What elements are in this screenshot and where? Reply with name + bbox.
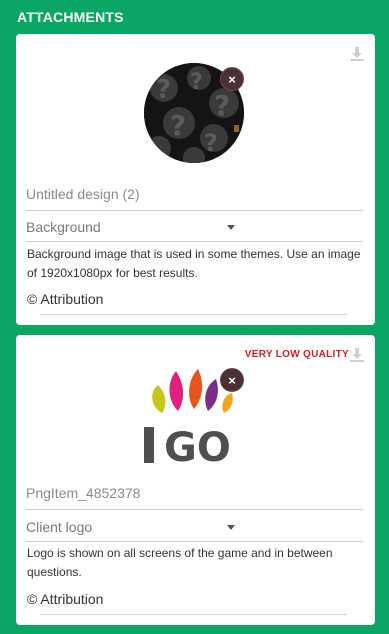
attachment-name-field[interactable] — [26, 184, 363, 211]
attachment-card-background: ? ? ? ? ? × Background Background image … — [16, 34, 375, 325]
panel-title: ATTACHMENTS — [17, 9, 124, 25]
attribution-field[interactable]: © Attribution — [27, 591, 362, 607]
attribution-field[interactable]: © Attribution — [27, 291, 362, 307]
svg-text:?: ? — [214, 89, 230, 122]
logo-text: GO — [164, 425, 231, 463]
attachment-description: Background image that is used in some th… — [27, 247, 361, 280]
remove-attachment-button[interactable]: × — [220, 368, 244, 392]
close-icon: × — [228, 71, 236, 87]
attachments-panel: ATTACHMENTS ? ? ? ? ? × Untitled design … — [0, 0, 389, 634]
attachment-name-input[interactable] — [26, 184, 363, 210]
attachment-card-client-logo: VERY LOW QUALITY GO × Client logo — [16, 335, 375, 625]
attachment-name-field[interactable] — [26, 483, 363, 510]
download-icon[interactable] — [349, 347, 365, 363]
attachment-type-value: Background — [26, 219, 101, 235]
attachment-type-select[interactable]: Background — [26, 215, 363, 242]
attachment-name-input[interactable] — [26, 483, 363, 509]
svg-text:?: ? — [170, 109, 186, 142]
attribution-underline — [40, 614, 347, 615]
svg-text:?: ? — [190, 70, 203, 95]
attribution-underline — [40, 314, 347, 315]
svg-text:?: ? — [156, 75, 171, 105]
attachment-type-select[interactable]: Client logo — [26, 515, 363, 542]
svg-text:?: ? — [204, 129, 218, 157]
close-icon: × — [228, 372, 236, 388]
chevron-down-icon — [227, 225, 235, 230]
attachment-type-value: Client logo — [26, 519, 93, 535]
quality-warning-badge: VERY LOW QUALITY — [244, 349, 349, 360]
download-icon[interactable] — [349, 46, 365, 62]
remove-attachment-button[interactable]: × — [220, 67, 244, 91]
chevron-down-icon — [227, 525, 235, 530]
attachment-description: Logo is shown on all screens of the game… — [27, 546, 333, 579]
